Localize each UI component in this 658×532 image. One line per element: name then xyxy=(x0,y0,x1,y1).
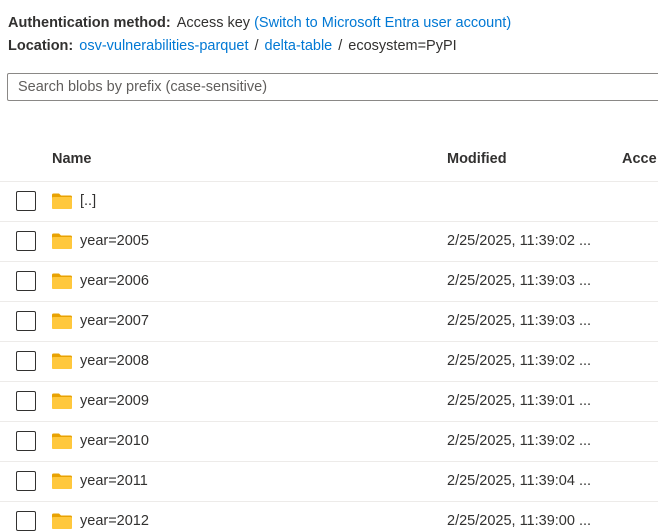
folder-icon xyxy=(52,393,72,409)
table-row[interactable]: year=2009 2/25/2025, 11:39:01 ... xyxy=(0,382,658,422)
search-box xyxy=(7,73,658,101)
row-name[interactable]: year=2007 xyxy=(80,313,149,329)
folder-icon xyxy=(52,273,72,289)
folder-icon xyxy=(52,513,72,529)
folder-icon xyxy=(52,233,72,249)
row-checkbox[interactable] xyxy=(16,511,36,531)
auth-method-line: Authentication method: Access key (Switch… xyxy=(8,13,511,33)
folder-icon xyxy=(52,433,72,449)
row-modified: 2/25/2025, 11:39:00 ... xyxy=(447,513,592,529)
auth-method-label: Authentication method: xyxy=(8,15,171,31)
breadcrumb-container[interactable]: osv-vulnerabilities-parquet xyxy=(79,38,248,54)
table-row[interactable]: year=2011 2/25/2025, 11:39:04 ... xyxy=(0,462,658,502)
row-checkbox[interactable] xyxy=(16,311,36,331)
location-label: Location: xyxy=(8,38,74,54)
table-row[interactable]: year=2012 2/25/2025, 11:39:00 ... xyxy=(0,502,658,532)
column-header-modified[interactable]: Modified xyxy=(447,151,507,167)
search-input[interactable] xyxy=(8,74,658,100)
row-name[interactable]: year=2011 xyxy=(80,473,148,489)
row-checkbox[interactable] xyxy=(16,351,36,371)
row-checkbox[interactable] xyxy=(16,471,36,491)
row-checkbox[interactable] xyxy=(16,231,36,251)
row-checkbox[interactable] xyxy=(16,191,36,211)
row-modified: 2/25/2025, 11:39:02 ... xyxy=(447,353,592,369)
row-modified: 2/25/2025, 11:39:01 ... xyxy=(447,393,592,409)
column-header-name[interactable]: Name xyxy=(52,151,92,167)
row-name[interactable]: year=2006 xyxy=(80,273,149,289)
column-header-access-tier[interactable]: Acce xyxy=(622,151,657,167)
row-modified: 2/25/2025, 11:39:03 ... xyxy=(447,313,592,329)
row-checkbox[interactable] xyxy=(16,431,36,451)
row-modified: 2/25/2025, 11:39:02 ... xyxy=(447,233,592,249)
folder-icon xyxy=(52,353,72,369)
row-modified: 2/25/2025, 11:39:04 ... xyxy=(447,473,592,489)
switch-auth-link[interactable]: (Switch to Microsoft Entra user account) xyxy=(254,15,511,31)
table-row[interactable]: year=2007 2/25/2025, 11:39:03 ... xyxy=(0,302,658,342)
row-modified: 2/25/2025, 11:39:03 ... xyxy=(447,273,592,289)
row-name[interactable]: year=2009 xyxy=(80,393,149,409)
row-name[interactable]: year=2005 xyxy=(80,233,149,249)
row-name[interactable]: [..] xyxy=(80,193,96,209)
location-breadcrumb: Location: osv-vulnerabilities-parquet / del… xyxy=(8,36,457,56)
breadcrumb-current: ecosystem=PyPI xyxy=(348,38,457,54)
breadcrumb-folder[interactable]: delta-table xyxy=(265,38,333,54)
table-row[interactable]: [..] xyxy=(0,182,658,222)
row-name[interactable]: year=2010 xyxy=(80,433,149,449)
row-modified: 2/25/2025, 11:39:02 ... xyxy=(447,433,592,449)
blob-browser: Authentication method: Access key (Switch… xyxy=(0,0,658,532)
grid-header: Name Modified Acce xyxy=(0,141,658,182)
breadcrumb-separator: / xyxy=(254,38,259,54)
table-row[interactable]: year=2006 2/25/2025, 11:39:03 ... xyxy=(0,262,658,302)
folder-icon xyxy=(52,313,72,329)
folder-icon xyxy=(52,473,72,489)
table-row[interactable]: year=2008 2/25/2025, 11:39:02 ... xyxy=(0,342,658,382)
row-name[interactable]: year=2012 xyxy=(80,513,149,529)
row-checkbox[interactable] xyxy=(16,391,36,411)
row-name[interactable]: year=2008 xyxy=(80,353,149,369)
blob-grid: Name Modified Acce [..] year=2005 2/25/2… xyxy=(0,141,658,532)
grid-rows: [..] year=2005 2/25/2025, 11:39:02 ... y… xyxy=(0,182,658,532)
auth-method-value: Access key xyxy=(176,15,251,31)
table-row[interactable]: year=2005 2/25/2025, 11:39:02 ... xyxy=(0,222,658,262)
table-row[interactable]: year=2010 2/25/2025, 11:39:02 ... xyxy=(0,422,658,462)
folder-icon xyxy=(52,193,72,209)
row-checkbox[interactable] xyxy=(16,271,36,291)
breadcrumb-separator: / xyxy=(338,38,343,54)
